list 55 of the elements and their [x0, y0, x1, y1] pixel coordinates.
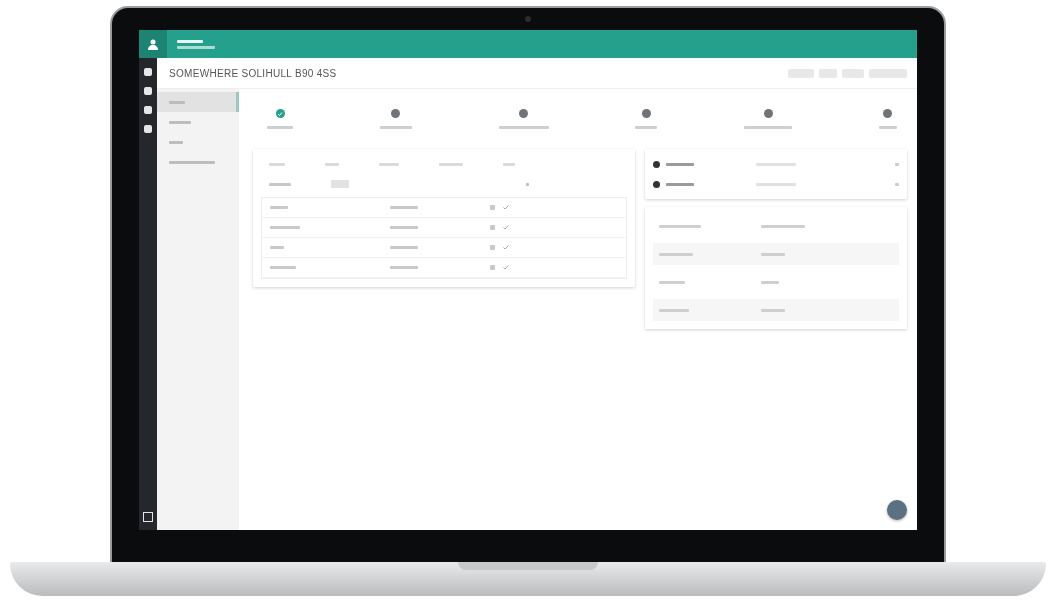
blurred-user-name	[177, 39, 203, 43]
page-title: SOMEWHERE SOLIHULL B90 4SS	[169, 67, 337, 79]
status-chip	[331, 180, 349, 188]
blurred-cell	[390, 226, 418, 229]
blurred-column-heading	[503, 162, 515, 166]
nav-icon[interactable]	[144, 106, 152, 114]
chevron-icon[interactable]	[895, 162, 899, 166]
blurred-step-label	[379, 126, 412, 129]
blurred-column-heading	[439, 162, 463, 166]
blurred-cell	[270, 226, 300, 229]
check-icon	[503, 245, 509, 250]
user-icon	[490, 265, 495, 270]
blurred-cell	[270, 246, 284, 249]
blurred-detail-label	[659, 252, 693, 256]
blurred-cell	[390, 206, 418, 209]
check-icon	[503, 265, 509, 270]
user-icon	[490, 205, 495, 210]
blurred-cell	[269, 182, 291, 186]
blurred-detail-label	[659, 308, 689, 312]
blurred-step-label	[267, 126, 293, 129]
blurred-step-label	[498, 126, 549, 129]
blurred-detail-value	[761, 224, 805, 228]
blurred-detail-value	[761, 308, 785, 312]
nav-icon[interactable]	[144, 125, 152, 133]
blurred-step-label	[635, 126, 658, 129]
nav-icon[interactable]	[144, 87, 152, 95]
blurred-column-heading	[379, 162, 399, 166]
blurred-detail-value	[761, 280, 779, 284]
blurred-cell	[270, 266, 296, 269]
blurred-detail-label	[659, 280, 685, 284]
blurred-column-heading	[325, 162, 339, 166]
blurred-cell	[270, 206, 288, 209]
blurred-contact-label	[666, 162, 694, 166]
blurred-cell	[390, 266, 418, 269]
blurred-column-heading	[269, 162, 285, 166]
floating-action-button[interactable]	[887, 500, 907, 520]
user-icon	[490, 225, 495, 230]
info-icon	[653, 160, 660, 168]
check-icon	[503, 205, 509, 210]
info-icon	[653, 180, 660, 188]
blurred-step-label	[879, 126, 897, 129]
check-icon	[503, 225, 509, 230]
blurred-cell	[390, 246, 418, 249]
blurred-user-role	[177, 45, 215, 49]
camera-icon	[525, 16, 531, 22]
chevron-icon[interactable]	[895, 182, 899, 186]
blurred-step-label	[744, 126, 793, 129]
sidebar-item[interactable]	[157, 92, 239, 112]
blurred-contact-label	[666, 182, 694, 186]
blurred-detail-value	[761, 252, 785, 256]
expand-icon[interactable]	[143, 512, 153, 522]
nav-icon[interactable]	[144, 68, 152, 76]
blurred-cell	[526, 182, 529, 186]
user-icon	[490, 245, 495, 250]
blurred-detail-label	[659, 224, 701, 228]
